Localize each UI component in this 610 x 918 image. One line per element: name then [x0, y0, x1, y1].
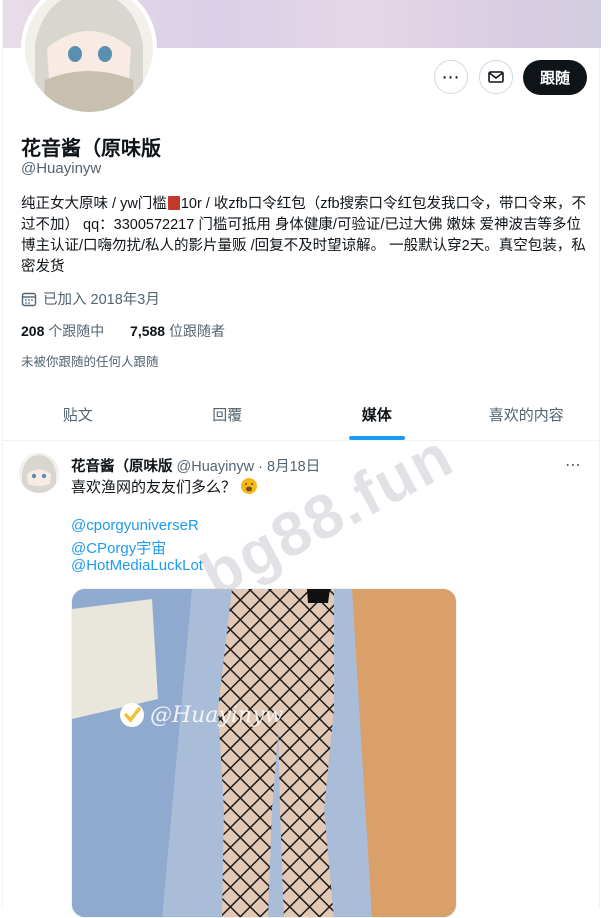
image-watermark-text: @Huayinyw [150, 702, 284, 728]
follow-button[interactable]: 跟随 [523, 60, 587, 95]
profile-tabs: 贴文 回覆 媒体 喜欢的内容 [3, 388, 601, 441]
post-author-avatar[interactable] [19, 453, 59, 493]
following-label: 个跟随中 [48, 323, 105, 339]
post-author-handle[interactable]: @Huayinyw [177, 459, 255, 475]
profile-avatar[interactable] [21, 0, 157, 116]
tab-likes[interactable]: 喜欢的内容 [452, 388, 602, 440]
mention-link[interactable]: @cporgyuniverseR [71, 517, 199, 534]
post-header: 花音酱（原味版 @Huayinyw · 8月18日 [71, 455, 320, 476]
profile-bio: 纯正女大原味 / yw门槛 10r / 收zfb口令红包（zfb搜索口令红包发我口… [21, 194, 587, 278]
mail-icon [488, 71, 504, 83]
post-text-content: 喜欢渔网的友友们多么？ [71, 479, 237, 496]
profile-handle: @Huayinyw [21, 160, 102, 177]
message-button[interactable] [479, 60, 513, 94]
emoji-icon [241, 478, 258, 494]
post-media-image[interactable]: @Huayinyw [71, 588, 457, 918]
profile-page: ⋯ 跟随 花音酱（原味版 @Huayinyw 纯正女大原味 / yw门槛 10r … [2, 0, 601, 918]
follow-stats: 208 个跟随中 7,588 位跟随者 [21, 321, 225, 341]
joined-date: 已加入 2018年3月 [21, 288, 160, 309]
post-text: 喜欢渔网的友友们多么？ [71, 477, 258, 498]
followers-count: 7,588 [130, 323, 166, 339]
bio-text-start: 纯正女大原味 / yw门槛 [21, 196, 167, 212]
image-watermark: @Huayinyw [118, 701, 283, 729]
joined-text: 已加入 2018年3月 [43, 292, 160, 308]
check-badge-icon [120, 703, 144, 727]
tab-replies[interactable]: 回覆 [153, 388, 303, 440]
profile-display-name: 花音酱（原味版 [21, 138, 161, 160]
mention-link[interactable]: @CPorgy宇宙 [71, 537, 166, 558]
post-author-name[interactable]: 花音酱（原味版 [71, 459, 173, 475]
calendar-icon [21, 292, 37, 306]
post-separator: · [258, 459, 263, 475]
post-date[interactable]: 8月18日 [267, 459, 320, 475]
more-options-button[interactable]: ⋯ [434, 60, 468, 94]
following-link[interactable]: 208 个跟随中 [21, 323, 104, 339]
post-more-icon[interactable]: ⋯ [565, 455, 581, 475]
followed-by-note: 未被你跟随的任何人跟随 [21, 355, 159, 369]
followers-label: 位跟随者 [168, 323, 225, 339]
following-count: 208 [21, 323, 45, 339]
followers-link[interactable]: 7,588 位跟随者 [130, 323, 225, 339]
mention-link[interactable]: @HotMediaLuckLot [71, 557, 203, 574]
tab-posts[interactable]: 贴文 [3, 388, 153, 440]
more-icon: ⋯ [441, 67, 461, 87]
door-icon [167, 196, 180, 210]
